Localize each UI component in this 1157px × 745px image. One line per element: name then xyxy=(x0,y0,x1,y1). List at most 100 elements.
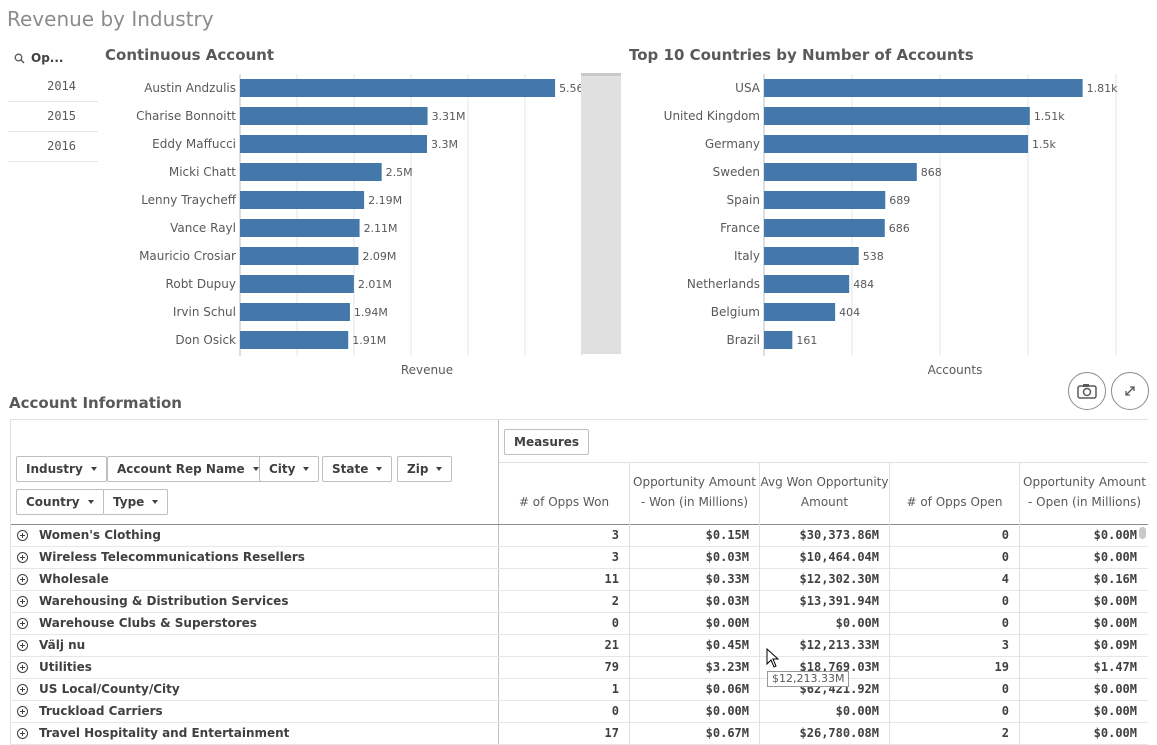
row-cell: 21 xyxy=(604,638,619,652)
row-cell: 0 xyxy=(1001,616,1009,630)
data-label: 404 xyxy=(839,306,860,319)
row-cell: $0.00M xyxy=(835,616,879,630)
table-row[interactable]: Utilities 79 $3.23M $18,769.03M 19 $1.47M xyxy=(11,657,1148,679)
row-cell: 2 xyxy=(1001,726,1009,740)
category-label: Don Osick xyxy=(175,333,236,347)
row-industry-name: Warehouse Clubs & Superstores xyxy=(39,616,257,630)
filter-item-2015[interactable]: 2015 xyxy=(8,102,98,132)
row-cell: $0.06M xyxy=(705,682,749,696)
dim-state-button[interactable]: State xyxy=(322,456,393,482)
bar xyxy=(764,163,917,181)
row-cell: 0 xyxy=(1001,594,1009,608)
dim-label: Type xyxy=(113,495,145,509)
row-industry-name: Wholesale xyxy=(39,572,109,586)
data-label: 538 xyxy=(863,250,884,263)
filter-item-2014[interactable]: 2014 xyxy=(8,72,98,102)
row-cell: 0 xyxy=(1001,682,1009,696)
expand-row-icon[interactable] xyxy=(17,706,28,717)
category-label: Eddy Maffucci xyxy=(152,137,236,151)
bar xyxy=(764,79,1083,97)
row-cell: 0 xyxy=(1001,528,1009,542)
row-industry-name: Women's Clothing xyxy=(39,528,161,542)
col-head-avg-won[interactable]: Avg Won Opportunity Amount xyxy=(759,462,889,524)
col-head-amount-open[interactable]: Opportunity Amount - Open (in Millions) xyxy=(1019,462,1148,524)
data-label: 3.3M xyxy=(431,138,458,151)
expand-row-icon[interactable] xyxy=(17,728,28,739)
dim-account-rep-button[interactable]: Account Rep Name xyxy=(107,456,269,482)
search-icon xyxy=(14,53,25,63)
dim-industry-button[interactable]: Industry xyxy=(16,456,107,482)
table-row[interactable]: Travel Hospitality and Entertainment 17 $0… xyxy=(11,723,1148,745)
snapshot-button[interactable] xyxy=(1068,372,1106,410)
data-label: 3.31M xyxy=(432,110,466,123)
dim-label: State xyxy=(332,462,369,476)
caret-down-icon xyxy=(87,500,94,504)
table-row[interactable]: Warehouse Clubs & Superstores 0 $0.00M $0.0… xyxy=(11,613,1148,635)
caret-down-icon xyxy=(436,467,443,471)
row-cell: $0.67M xyxy=(705,726,749,740)
row-cell: $0.15M xyxy=(705,528,749,542)
row-cell: $0.33M xyxy=(705,572,749,586)
dim-country-button[interactable]: Country xyxy=(16,489,104,515)
filter-item-2016[interactable]: 2016 xyxy=(8,132,98,162)
expand-row-icon[interactable] xyxy=(17,552,28,563)
row-cell: $0.00M xyxy=(1093,682,1137,696)
column-divider xyxy=(759,462,760,745)
row-cell: $30,373.86M xyxy=(799,528,879,542)
expand-row-icon[interactable] xyxy=(17,530,28,541)
row-cell: $0.03M xyxy=(705,594,749,608)
expand-row-icon[interactable] xyxy=(17,574,28,585)
caret-down-icon xyxy=(252,467,259,471)
table-row[interactable]: Truckload Carriers 0 $0.00M $0.00M 0 $0.00M xyxy=(11,701,1148,723)
category-label: Charise Bonnoitt xyxy=(136,109,236,123)
expand-row-icon[interactable] xyxy=(17,618,28,629)
expand-row-icon[interactable] xyxy=(17,662,28,673)
countries-chart[interactable]: USA 1.81k United Kingdom 1.51k Germany 1.5k Sw… xyxy=(628,70,1153,380)
col-head-amount-won[interactable]: Opportunity Amount - Won (in Millions) xyxy=(629,462,759,524)
scrollbar-thumb[interactable] xyxy=(1139,527,1146,539)
caret-down-icon xyxy=(90,467,97,471)
row-cell: 19 xyxy=(994,660,1009,674)
table-row[interactable]: US Local/County/City 1 $0.06M $62,421.92M 0 $… xyxy=(11,679,1148,701)
data-label: 686 xyxy=(889,222,910,235)
expand-button[interactable] xyxy=(1111,372,1149,410)
dim-type-button[interactable]: Type xyxy=(103,489,169,515)
filter-header[interactable]: Op... xyxy=(8,44,98,72)
bar xyxy=(240,163,382,181)
row-cell: 3 xyxy=(1001,638,1009,652)
bar xyxy=(764,219,885,237)
table-row[interactable]: Women's Clothing 3 $0.15M $30,373.86M 0 $0.00… xyxy=(11,525,1148,547)
data-label: 868 xyxy=(921,166,942,179)
dim-city-button[interactable]: City xyxy=(259,456,320,482)
table-row[interactable]: Välj nu 21 $0.45M $12,213.33M 3 $0.09M xyxy=(11,635,1148,657)
col-head-opps-open[interactable]: # of Opps Open xyxy=(889,462,1019,524)
dim-zip-button[interactable]: Zip xyxy=(397,456,453,482)
year-filter-pane[interactable]: Op... 2014 2015 2016 xyxy=(8,44,98,162)
measures-button[interactable]: Measures xyxy=(504,429,590,455)
category-label: Germany xyxy=(705,137,760,151)
row-industry-name: Truckload Carriers xyxy=(39,704,163,718)
data-label: 2.5M xyxy=(386,166,413,179)
axis-title: Accounts xyxy=(928,363,983,377)
row-cell: $13,391.94M xyxy=(799,594,879,608)
expand-row-icon[interactable] xyxy=(17,640,28,651)
category-label: Robt Dupuy xyxy=(166,277,236,291)
table-row[interactable]: Warehousing & Distribution Services 2 $0.0… xyxy=(11,591,1148,613)
chart-scrollbar[interactable] xyxy=(581,74,621,354)
expand-row-icon[interactable] xyxy=(17,596,28,607)
row-cell: $3.23M xyxy=(705,660,749,674)
expand-row-icon[interactable] xyxy=(17,684,28,695)
account-info-table[interactable]: Industry Account Rep Name City State Zip… xyxy=(10,419,1148,745)
table-row[interactable]: Wholesale 11 $0.33M $12,302.30M 4 $0.16M xyxy=(11,569,1148,591)
continuous-account-chart[interactable]: Austin Andzulis 5.56MCharise Bonnoitt 3.31… xyxy=(100,70,625,380)
table-row[interactable]: Wireless Telecommunications Resellers 3 $0… xyxy=(11,547,1148,569)
category-label: United Kingdom xyxy=(664,109,760,123)
row-cell: $0.00M xyxy=(1093,726,1137,740)
app-title: Revenue by Industry xyxy=(7,7,214,31)
row-cell: $0.00M xyxy=(1093,594,1137,608)
category-label: Mauricio Crosiar xyxy=(139,249,236,263)
caret-down-icon xyxy=(376,467,383,471)
row-cell: $0.09M xyxy=(1093,638,1137,652)
dim-label: Zip xyxy=(407,462,429,476)
col-head-opps-won[interactable]: # of Opps Won xyxy=(499,462,629,524)
